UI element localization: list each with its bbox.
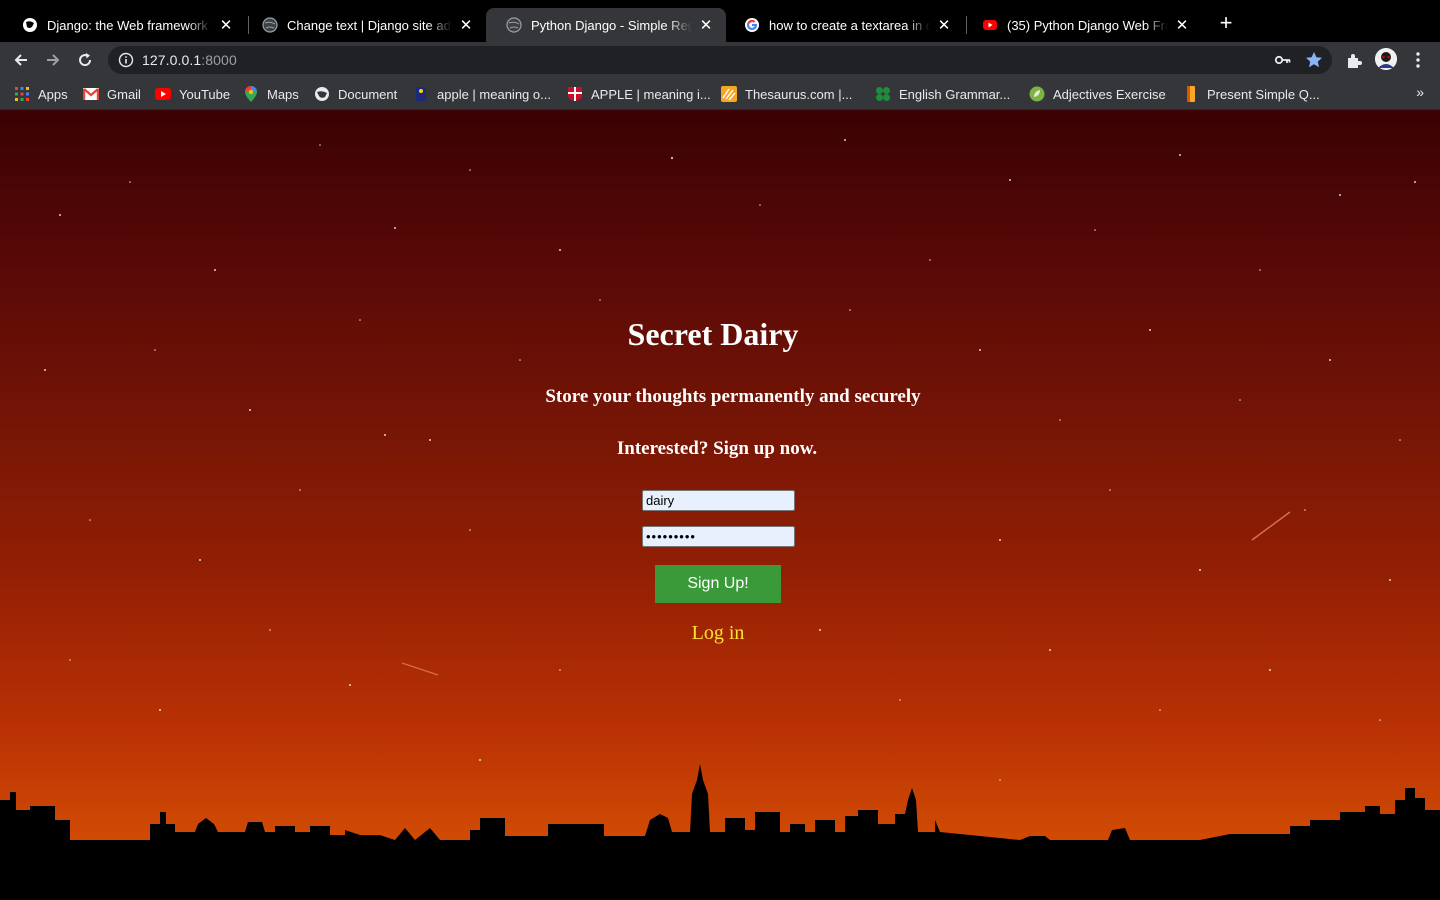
apps-grid-icon (14, 86, 30, 102)
bookmark-label: YouTube (179, 86, 231, 102)
globe-icon (262, 17, 278, 33)
globe-icon (314, 86, 330, 102)
bookmark-english-grammar[interactable]: English Grammar... (875, 85, 1010, 103)
tab-registration-active[interactable]: Python Django - Simple Registration ✕ (486, 8, 726, 42)
city-skyline-silhouette (0, 764, 1440, 900)
bookmarks-overflow-button[interactable]: » (1416, 84, 1424, 100)
bookmark-document[interactable]: Document (314, 85, 397, 103)
close-icon[interactable]: ✕ (936, 17, 952, 34)
close-icon[interactable]: ✕ (698, 17, 714, 34)
tab-title: Python Django - Simple Registration (531, 17, 692, 33)
tab-django-admin[interactable]: Change text | Django site admin ✕ (242, 8, 486, 42)
thesaurus-icon (721, 86, 737, 102)
avatar-image (1375, 48, 1397, 70)
bookmark-apps[interactable]: Apps (14, 85, 68, 103)
info-icon[interactable] (118, 52, 134, 68)
profile-avatar[interactable] (1375, 48, 1397, 70)
arrow-left-icon (14, 54, 27, 66)
leaf-icon (1029, 86, 1045, 102)
reload-button[interactable] (72, 47, 98, 73)
bookmark-gmail[interactable]: Gmail (83, 85, 141, 103)
bookmark-label: apple | meaning o... (437, 86, 551, 102)
youtube-icon (982, 17, 998, 33)
tab-title: (35) Python Django Web Framework (1007, 17, 1168, 33)
forward-button[interactable] (40, 47, 66, 73)
close-icon[interactable]: ✕ (218, 17, 234, 34)
star-icon[interactable] (1304, 50, 1324, 70)
kebab-menu-icon[interactable] (1410, 50, 1426, 70)
tab-title: Change text | Django site admin (287, 17, 452, 33)
signup-button[interactable]: Sign Up! (655, 565, 781, 603)
arrow-right-icon (47, 54, 60, 66)
url-text[interactable]: 127.0.0.1:8000 (142, 52, 237, 68)
url-port: :8000 (201, 52, 237, 68)
bookmark-label: Present Simple Q... (1207, 86, 1320, 102)
bookmark-label: Gmail (107, 86, 141, 102)
tab-strip: Django: the Web framework for perfection… (0, 0, 1440, 46)
bookmark-label: Maps (267, 86, 299, 102)
new-tab-button[interactable]: + (1214, 12, 1238, 36)
bookmark-apple-meaning-1[interactable]: apple | meaning o... (413, 85, 551, 103)
signup-prompt: Interested? Sign up now. (616, 438, 818, 459)
youtube-icon (155, 86, 171, 102)
bookmark-present-simple[interactable]: Present Simple Q... (1183, 85, 1320, 103)
page-title: Secret Dairy (627, 316, 799, 352)
bookmark-label: Apps (38, 86, 68, 102)
address-bar[interactable]: 127.0.0.1:8000 (108, 46, 1332, 74)
browser-toolbar: 127.0.0.1:8000 (0, 42, 1440, 78)
bookmark-apple-meaning-2[interactable]: APPLE | meaning i... (567, 85, 711, 103)
username-input[interactable] (642, 490, 795, 511)
bookmark-thesaurus[interactable]: Thesaurus.com |... (721, 85, 852, 103)
bookmark-youtube[interactable]: YouTube (155, 85, 230, 103)
url-host: 127.0.0.1 (142, 52, 202, 68)
bookmark-tag-icon (1183, 86, 1199, 102)
bookmark-maps[interactable]: Maps (243, 85, 299, 103)
reload-icon (79, 53, 92, 67)
bookmark-label: English Grammar... (899, 86, 1011, 102)
bookmark-label: Document (338, 86, 398, 102)
cambridge-icon (567, 86, 583, 102)
bookmark-label: Adjectives Exercise (1053, 86, 1166, 102)
bookmark-adjectives-exercise[interactable]: Adjectives Exercise (1029, 85, 1166, 103)
extensions-puzzle-icon[interactable] (1344, 51, 1364, 71)
tab-google-search[interactable]: how to create a textarea in django ✕ (724, 8, 964, 42)
login-link[interactable]: Log in (640, 622, 796, 645)
django-globe-icon (22, 17, 38, 33)
key-icon[interactable] (1274, 52, 1292, 68)
tab-title: Django: the Web framework for perfection… (47, 17, 212, 33)
bookmark-label: APPLE | meaning i... (591, 86, 711, 102)
page-viewport: Secret Dairy Store your thoughts permane… (0, 110, 1440, 900)
close-icon[interactable]: ✕ (458, 17, 474, 34)
gmail-icon (83, 86, 99, 102)
close-icon[interactable]: ✕ (1174, 17, 1190, 34)
tab-title: how to create a textarea in django (769, 17, 930, 33)
google-icon (744, 17, 760, 33)
password-input[interactable] (642, 526, 795, 547)
bookmarks-bar: Apps Gmail YouTube Maps Document apple |… (0, 78, 1440, 110)
bookmark-label: Thesaurus.com |... (745, 86, 853, 102)
globe-icon (506, 17, 522, 33)
tagline: Store your thoughts permanently and secu… (545, 386, 921, 407)
clover-icon (875, 86, 891, 102)
dictionary-icon (413, 86, 429, 102)
back-button[interactable] (8, 47, 34, 73)
tab-django-home[interactable]: Django: the Web framework for perfection… (2, 8, 246, 42)
maps-pin-icon (243, 86, 259, 102)
tab-youtube[interactable]: (35) Python Django Web Framework ✕ (962, 8, 1202, 42)
